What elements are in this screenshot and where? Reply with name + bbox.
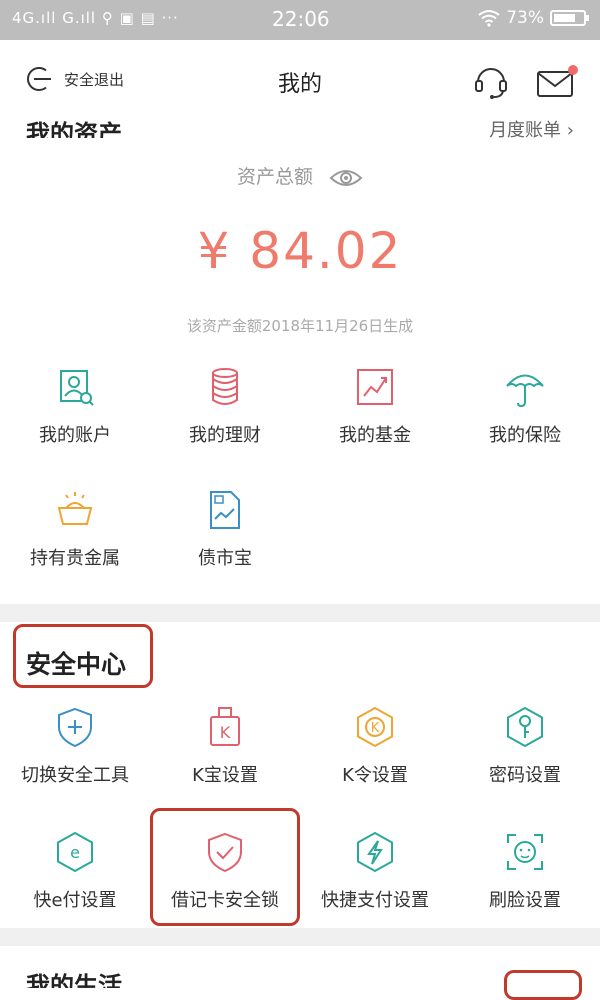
battery-icon [550,10,589,26]
e-pay-item[interactable]: e 快e付设置 [0,830,150,912]
my-insurance-item[interactable]: 我的保险 [450,365,600,447]
debit-card-lock-label: 借记卡安全锁 [171,890,279,911]
highlight-box-bottom [504,970,582,1000]
status-bar: 4G.ıll G.ıll ⚲ ▣ ▤ ··· 22:06 73% [0,0,600,40]
page-title: 我的 [277,72,322,97]
status-time: 22:06 [272,7,330,31]
precious-metal-label: 持有贵金属 [30,548,120,569]
my-wealth-label: 我的理财 [189,425,261,446]
shield-check-icon [208,832,242,873]
shield-switch-icon [58,707,92,748]
k-ling-icon: K [357,706,393,748]
svg-text:K: K [371,721,380,736]
svg-text:e: e [70,843,80,862]
switch-security-tool-item[interactable]: 切换安全工具 [0,705,150,787]
my-fund-label: 我的基金 [339,425,411,446]
k-bao-label: K宝设置 [192,765,258,786]
quick-pay-label: 快捷支付设置 [321,890,429,911]
bond-doc-icon [210,491,240,529]
k-bao-item[interactable]: K K宝设置 [150,705,300,787]
svg-text:K: K [220,723,231,742]
section-divider [0,928,600,946]
total-assets-text: 资产总额 [236,166,313,188]
bond-label: 债市宝 [198,548,252,569]
password-label: 密码设置 [489,765,561,786]
chevron-right-icon: › [566,120,574,138]
my-account-label: 我的账户 [39,425,111,446]
security-center-title: 安全中心 [26,650,127,679]
wifi-icon [478,10,500,27]
assets-title: 我的资产 [26,120,122,138]
top-header: 安全退出 我的 [0,40,600,120]
lightning-icon [357,831,393,873]
eye-icon[interactable] [329,167,363,189]
battery-percent: 73% [506,8,544,28]
account-icon [60,370,94,406]
my-fund-item[interactable]: 我的基金 [300,365,450,447]
face-scan-item[interactable]: 刷脸设置 [450,830,600,912]
total-assets-label: 资产总额 [0,162,600,189]
k-ling-item[interactable]: K K令设置 [300,705,450,787]
fund-chart-icon [357,369,393,405]
customer-service-icon[interactable] [472,62,510,100]
my-wealth-item[interactable]: 我的理财 [150,365,300,447]
coins-icon [212,368,238,405]
gold-basket-icon [57,492,93,525]
k-bao-icon: K [210,707,240,746]
e-pay-label: 快e付设置 [33,890,117,911]
generated-date: 该资产金额2018年11月26日生成 [186,317,414,335]
face-scan-label: 刷脸设置 [489,890,561,911]
my-insurance-label: 我的保险 [489,425,561,446]
precious-metal-item[interactable]: 持有贵金属 [0,488,150,570]
k-ling-label: K令设置 [342,765,408,786]
bond-item[interactable]: 债市宝 [150,488,300,570]
my-life-title: 我的生活 [26,972,122,988]
switch-security-tool-label: 切换安全工具 [21,765,129,786]
umbrella-icon [506,374,544,408]
quick-pay-item[interactable]: 快捷支付设置 [300,830,450,912]
message-icon[interactable] [536,64,578,98]
monthly-bill-link[interactable]: 月度账单 › [489,116,574,138]
face-scan-icon [507,834,543,870]
signal-indicators: 4G.ıll G.ıll ⚲ ▣ ▤ ··· [12,9,179,27]
monthly-bill-label: 月度账单 [489,120,562,138]
debit-card-lock-item[interactable]: 借记卡安全锁 [150,830,300,912]
e-pay-icon: e [57,831,93,873]
total-amount: ¥ 84.02 [197,222,403,280]
section-divider [0,604,600,622]
password-item[interactable]: 密码设置 [450,705,600,787]
my-account-item[interactable]: 我的账户 [0,365,150,447]
key-icon [507,706,543,748]
status-right: 73% [478,8,589,28]
